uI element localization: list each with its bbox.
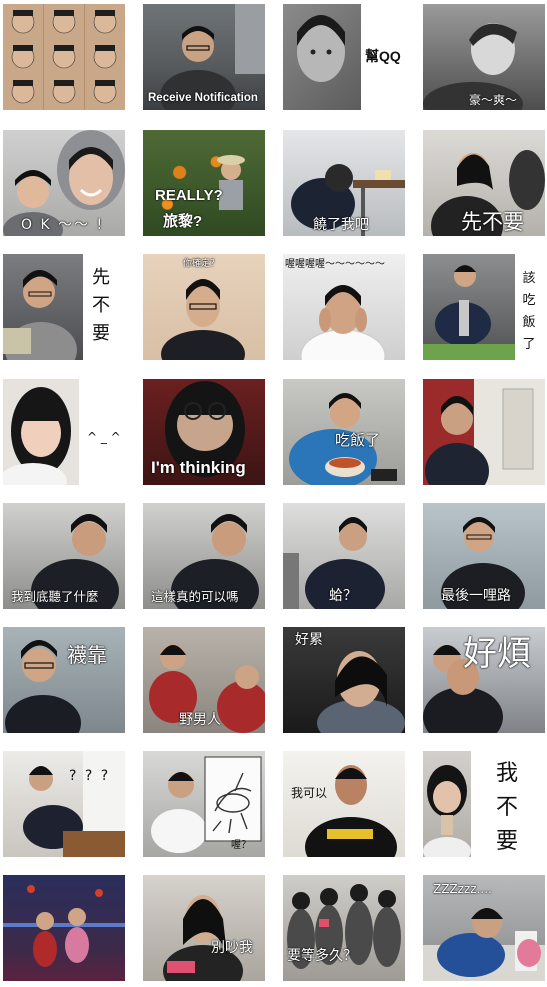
sticker-tile[interactable]: O K ～～ ! bbox=[3, 130, 125, 236]
sticker-photo bbox=[163, 895, 243, 981]
sticker-caption: 我到底聽了什麼 bbox=[11, 589, 99, 604]
sticker-tile[interactable]: 喔？ bbox=[143, 751, 265, 857]
sticker-tile[interactable]: 我不要 bbox=[423, 751, 545, 857]
sticker-caption: 別吵我 bbox=[211, 940, 253, 956]
sticker-caption: 喔喔喔喔～～～～～～ bbox=[285, 259, 385, 270]
sticker-tile[interactable]: 你確定？ bbox=[143, 254, 265, 360]
sticker-tile[interactable]: ? ? ? bbox=[3, 751, 125, 857]
sticker-caption: 吃飯了 bbox=[335, 431, 381, 449]
sticker-caption: ZZZzzz.... bbox=[433, 882, 492, 896]
sticker-tile[interactable]: 該吃飯了 bbox=[423, 254, 545, 360]
sticker-caption: 最後一哩路 bbox=[441, 588, 511, 604]
sticker-tile[interactable]: Receive Notification bbox=[143, 4, 265, 110]
sticker-tile[interactable]: 我可以 bbox=[283, 751, 405, 857]
sticker-caption: I'm thinking bbox=[151, 458, 246, 477]
sticker-caption: 幫QQ bbox=[365, 48, 401, 64]
sticker-photo bbox=[161, 279, 245, 360]
sticker-tile[interactable]: 襪靠 bbox=[3, 627, 125, 733]
sticker-caption: 該吃飯了 bbox=[522, 271, 536, 352]
sticker-caption: 蛤？ bbox=[329, 588, 357, 604]
sticker-tile[interactable]: 要等多久？ bbox=[283, 875, 405, 981]
sticker-photo bbox=[23, 751, 125, 857]
sticker-tile[interactable]: 喔喔喔喔～～～～～～ bbox=[283, 254, 405, 360]
sticker-caption: 先不要 bbox=[92, 267, 110, 344]
sticker-tile[interactable] bbox=[3, 875, 125, 981]
sticker-tile[interactable]: 先不要 bbox=[423, 130, 545, 236]
sticker-tile[interactable]: REALLY? 旅黎? bbox=[143, 130, 265, 236]
sticker-photo bbox=[423, 765, 471, 857]
sticker-caption: 豪～爽～ bbox=[469, 93, 518, 107]
sticker-tile[interactable] bbox=[3, 4, 125, 110]
sticker-photo bbox=[11, 10, 117, 104]
sticker-tile[interactable]: 豪～爽～ bbox=[423, 4, 545, 110]
sticker-grid: Receive Notification 幫QQ 豪～爽～ O K ～～ ! R… bbox=[0, 0, 547, 987]
sticker-tile[interactable]: ZZZzzz.... bbox=[423, 875, 545, 981]
sticker-tile[interactable]: ^ _ ^ bbox=[3, 379, 125, 485]
sticker-tile[interactable]: 蛤？ bbox=[283, 503, 405, 609]
sticker-photo bbox=[425, 388, 534, 485]
sticker-caption: 要等多久？ bbox=[287, 948, 357, 964]
sticker-caption: 我可以 bbox=[291, 786, 328, 800]
sticker-tile[interactable]: 別吵我 bbox=[143, 875, 265, 981]
sticker-tile[interactable]: 饒了我吧 bbox=[283, 130, 405, 236]
sticker-photo bbox=[3, 885, 125, 967]
sticker-tile[interactable]: I'm thinking bbox=[143, 379, 265, 485]
sticker-caption: 野男人 bbox=[179, 712, 221, 728]
sticker-caption: 先不要 bbox=[461, 210, 524, 234]
sticker-caption: REALLY? bbox=[155, 187, 223, 204]
sticker-tile[interactable]: 先不要 bbox=[3, 254, 125, 360]
sticker-tile[interactable]: 好累 bbox=[283, 627, 405, 733]
sticker-photo bbox=[287, 884, 401, 969]
sticker-caption: ^ _ ^ bbox=[87, 430, 121, 444]
sticker-tile[interactable]: 幫QQ bbox=[283, 4, 405, 110]
sticker-caption: 襪靠 bbox=[67, 643, 107, 667]
sticker-caption: O K ～～ ! bbox=[21, 217, 105, 233]
sticker-caption: 好煩 bbox=[463, 634, 531, 674]
sticker-tile[interactable]: 我到底聽了什麼 bbox=[3, 503, 125, 609]
sticker-caption: 饒了我吧 bbox=[313, 217, 369, 233]
sticker-caption: ? ? ? bbox=[69, 768, 111, 784]
sticker-tile[interactable]: 這樣真的可以嗎 bbox=[143, 503, 265, 609]
sticker-photo bbox=[305, 765, 397, 857]
sticker-caption: 好累 bbox=[295, 632, 323, 648]
sticker-caption: 你確定？ bbox=[183, 259, 220, 269]
sticker-caption: 喔？ bbox=[231, 840, 251, 851]
sticker-photo bbox=[217, 155, 245, 210]
sticker-tile[interactable]: 吃飯了 bbox=[283, 379, 405, 485]
sticker-caption: 這樣真的可以嗎 bbox=[151, 589, 239, 604]
sticker-caption: Receive Notification bbox=[148, 92, 258, 104]
sticker-caption: 旅黎? bbox=[163, 213, 203, 230]
sticker-tile[interactable] bbox=[423, 379, 545, 485]
sticker-tile[interactable]: 最後一哩路 bbox=[423, 503, 545, 609]
sticker-tile[interactable]: 好煩 bbox=[423, 627, 545, 733]
sticker-tile[interactable]: 野男人 bbox=[143, 627, 265, 733]
sticker-caption: 我不要 bbox=[495, 761, 518, 854]
